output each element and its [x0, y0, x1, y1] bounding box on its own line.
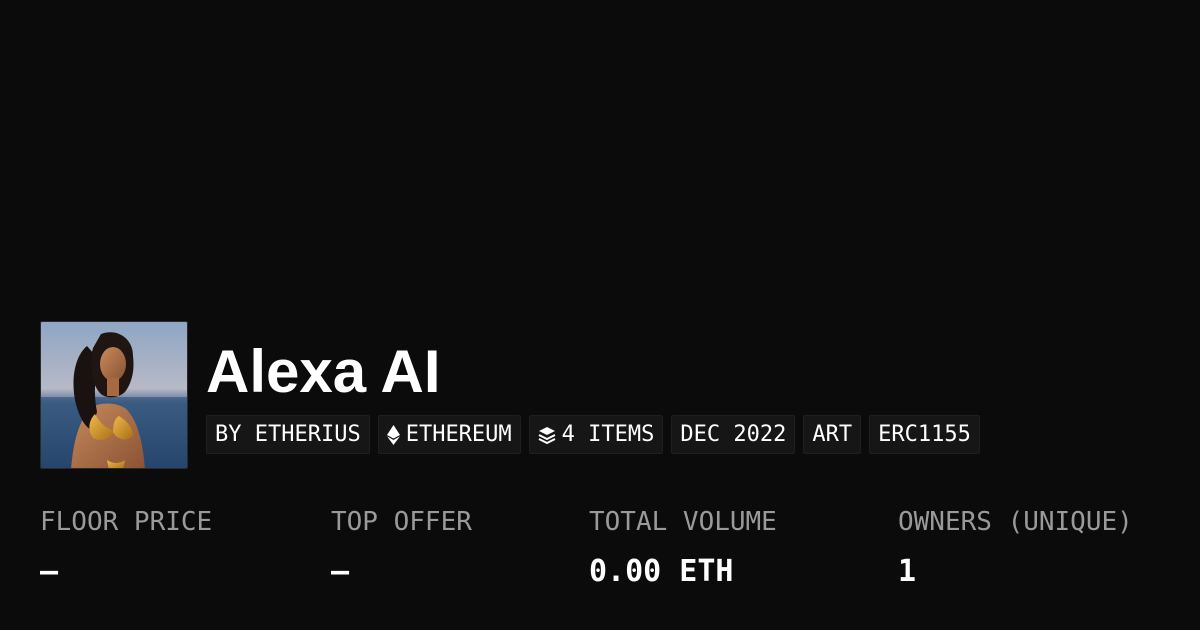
stat-value: 1	[898, 554, 917, 589]
ethereum-icon	[386, 424, 400, 445]
stat-label: OWNERS (UNIQUE)	[898, 507, 1133, 537]
category-tag[interactable]: ART	[803, 415, 862, 454]
layers-icon	[538, 426, 556, 444]
stat-total-volume: TOTAL VOLUME 0.00 ETH	[589, 505, 777, 590]
creator-tag-label: BY ETHERIUS	[215, 422, 361, 447]
collection-tags: BY ETHERIUS ETHEREUM 4 ITEMS DEC 2022 AR…	[206, 415, 980, 454]
stat-floor-price: FLOOR PRICE –	[40, 505, 212, 590]
collection-avatar	[40, 321, 188, 469]
stat-label: TOTAL VOLUME	[589, 507, 777, 537]
stat-top-offer: TOP OFFER –	[331, 505, 472, 590]
stat-label: FLOOR PRICE	[40, 507, 213, 537]
date-tag-label: DEC 2022	[680, 422, 787, 447]
creator-tag[interactable]: BY ETHERIUS	[206, 415, 370, 454]
items-tag[interactable]: 4 ITEMS	[528, 415, 664, 454]
stat-owners: OWNERS (UNIQUE) 1	[898, 505, 1133, 590]
stat-value: –	[331, 554, 350, 589]
category-tag-label: ART	[812, 422, 853, 447]
date-tag: DEC 2022	[671, 415, 796, 454]
stat-value: 0.00 ETH	[589, 554, 734, 589]
stat-value: –	[40, 554, 59, 589]
collection-title: Alexa AI	[206, 338, 441, 405]
chain-tag[interactable]: ETHEREUM	[377, 415, 521, 454]
chain-tag-label: ETHEREUM	[405, 422, 512, 447]
items-tag-label: 4 ITEMS	[561, 422, 655, 447]
standard-tag-label: ERC1155	[878, 422, 971, 447]
standard-tag: ERC1155	[869, 415, 980, 454]
stat-label: TOP OFFER	[331, 507, 472, 537]
